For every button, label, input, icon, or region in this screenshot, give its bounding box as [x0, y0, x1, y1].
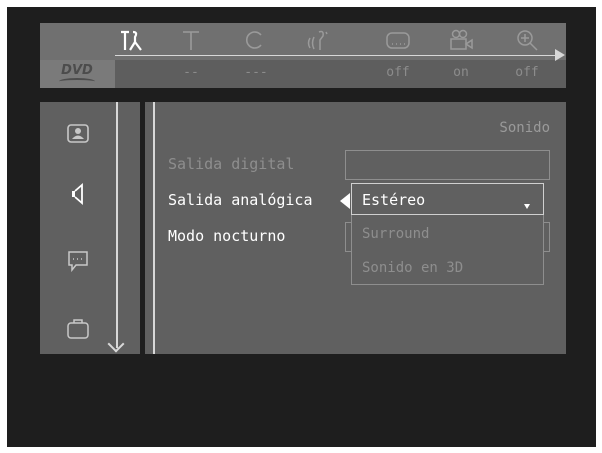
analog-output-label[interactable]: Salida analógica	[168, 191, 313, 209]
sidebar-item-sound[interactable]	[62, 178, 94, 210]
settings-panel-divider	[153, 102, 155, 354]
tab-zoom-value: off	[515, 65, 539, 80]
digital-output-value-box[interactable]	[345, 150, 550, 180]
tab-value-bar	[40, 60, 566, 88]
sidebar-item-features[interactable]	[62, 313, 94, 345]
tab-scroll-arrow-icon	[555, 49, 565, 61]
tab-chapter-value: ---	[244, 65, 268, 80]
tab-tools[interactable]	[116, 28, 146, 52]
title-icon	[183, 31, 199, 50]
tab-subtitle-value: off	[386, 65, 410, 80]
tab-subtitle[interactable]	[383, 28, 413, 52]
picture-icon	[67, 124, 89, 143]
selection-marker-icon	[340, 193, 350, 209]
tab-chapter[interactable]	[240, 28, 270, 52]
language-speech-icon	[68, 251, 88, 273]
sidebar-item-picture[interactable]	[62, 118, 94, 150]
tools-icon	[121, 30, 142, 51]
tab-title[interactable]	[176, 28, 206, 52]
tab-zoom[interactable]	[512, 28, 542, 52]
dvd-logo: DVD	[55, 63, 99, 85]
night-mode-label[interactable]: Modo nocturno	[168, 227, 285, 245]
sidebar-item-language[interactable]	[62, 245, 94, 277]
tab-camera-angle-value: on	[453, 65, 469, 80]
zoom-icon	[517, 30, 538, 51]
dropdown-selected-label: Estéreo	[362, 191, 426, 209]
camera-angle-icon	[450, 29, 473, 50]
features-briefcase-icon	[67, 319, 89, 339]
tab-scroll-line	[115, 55, 558, 56]
tab-audio-language[interactable]	[303, 28, 333, 52]
sidebar-scroll-line	[116, 102, 118, 348]
dropdown-option-3d-sound[interactable]: Sonido en 3D	[362, 260, 463, 276]
digital-output-label[interactable]: Salida digital	[168, 155, 294, 173]
speaker-icon	[72, 183, 83, 205]
tab-title-value: --	[183, 65, 199, 80]
chevron-down-icon	[524, 204, 530, 209]
tab-camera-angle[interactable]	[446, 28, 476, 52]
audio-language-icon	[307, 30, 328, 50]
section-title: Sonido	[499, 120, 550, 136]
subtitle-icon	[386, 32, 410, 49]
dropdown-option-surround[interactable]: Surround	[362, 226, 429, 242]
chapter-icon	[246, 31, 262, 49]
